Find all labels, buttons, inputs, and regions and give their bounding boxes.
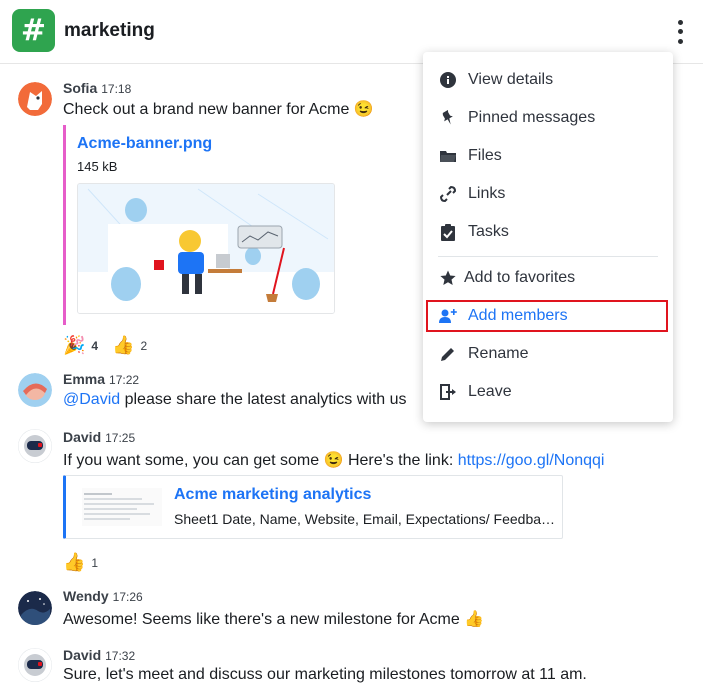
kebab-menu-icon[interactable] <box>670 18 690 46</box>
reaction-thumbs-up[interactable]: 👍 1 <box>63 552 98 573</box>
reaction-thumbs-up[interactable]: 👍 2 <box>112 335 147 356</box>
message-time: 17:25 <box>105 431 136 445</box>
menu-item-links[interactable]: Links <box>423 175 673 213</box>
menu-item-files[interactable]: Files <box>423 137 673 175</box>
message-time: 17:18 <box>101 82 132 96</box>
menu-item-add-to-favorites[interactable]: Add to favorites <box>423 259 673 297</box>
folder-icon <box>439 147 457 165</box>
message-text: @David please share the latest analytics… <box>63 391 407 409</box>
avatar[interactable] <box>18 429 52 463</box>
avatar[interactable] <box>18 591 52 625</box>
menu-item-pinned-messages[interactable]: Pinned messages <box>423 99 673 137</box>
message-time: 17:26 <box>112 590 143 604</box>
author-name[interactable]: Emma <box>63 371 105 387</box>
menu-item-label: View details <box>468 71 554 88</box>
channel-name[interactable]: marketing <box>64 20 155 42</box>
channel-hash-icon: # <box>12 9 55 52</box>
author-name[interactable]: David <box>63 647 101 663</box>
menu-divider <box>438 256 658 257</box>
party-emoji-icon: 🎉 <box>63 335 86 356</box>
author-name[interactable]: David <box>63 429 101 445</box>
message-text: If you want some, you can get some 😉 Her… <box>63 450 604 470</box>
user-mention[interactable]: @David <box>63 391 120 408</box>
menu-item-leave[interactable]: Leave <box>423 373 673 411</box>
menu-item-rename[interactable]: Rename <box>423 335 673 373</box>
message-body: please share the latest analytics with u… <box>120 391 407 408</box>
message-time: 17:22 <box>109 373 140 387</box>
message-text: Sure, let's meet and discuss our marketi… <box>63 666 587 683</box>
menu-item-view-details[interactable]: View details <box>423 61 673 99</box>
reaction-bar: 🎉 4 👍 2 <box>63 335 147 356</box>
author-name[interactable]: Wendy <box>63 588 109 604</box>
avatar[interactable] <box>18 373 52 407</box>
menu-item-label: Links <box>468 185 506 202</box>
message-text: Awesome! Seems like there's a new milest… <box>63 611 485 628</box>
reaction-count: 2 <box>140 338 148 353</box>
message-link[interactable]: https://goo.gl/Nonqqi <box>458 452 605 469</box>
menu-item-tasks[interactable]: Tasks <box>423 213 673 251</box>
message-time: 17:32 <box>105 649 136 663</box>
menu-item-label: Add to favorites <box>464 269 576 286</box>
reaction-count: 1 <box>91 555 99 570</box>
message-text: Check out a brand new banner for Acme 😉 <box>63 101 374 118</box>
link-card-description: Sheet1 Date, Name, Website, Email, Expec… <box>174 511 556 527</box>
spreadsheet-thumbnail <box>82 488 162 526</box>
menu-item-label: Pinned messages <box>468 109 596 126</box>
menu-item-label: Leave <box>468 383 512 400</box>
author-name[interactable]: Sofia <box>63 80 97 96</box>
clipboard-check-icon <box>439 223 457 241</box>
attachment-size: 145 kB <box>77 159 118 174</box>
message-body: If you want some, you can get some 😉 Her… <box>63 452 458 469</box>
avatar[interactable] <box>18 82 52 116</box>
pencil-icon <box>439 345 457 363</box>
link-card-title[interactable]: Acme marketing analytics <box>174 486 371 504</box>
star-icon <box>439 269 457 287</box>
exit-icon <box>439 383 457 401</box>
menu-item-label: Tasks <box>468 223 509 240</box>
thumbs-up-emoji-icon: 👍 <box>63 552 86 573</box>
thumbs-up-emoji-icon: 👍 <box>112 335 135 356</box>
avatar[interactable] <box>18 648 52 682</box>
menu-item-label: Rename <box>468 345 529 362</box>
channel-options-menu: View details Pinned messages Files Links… <box>423 52 673 422</box>
reaction-count: 4 <box>91 338 99 353</box>
banner-image[interactable] <box>77 183 335 314</box>
attachment-title[interactable]: Acme-banner.png <box>77 135 212 153</box>
pin-icon <box>439 109 457 127</box>
reaction-bar: 👍 1 <box>63 552 98 573</box>
selection-highlight <box>426 300 668 332</box>
link-preview-card[interactable]: Acme marketing analytics Sheet1 Date, Na… <box>63 475 563 539</box>
info-icon <box>439 71 457 89</box>
image-attachment: Acme-banner.png 145 kB <box>63 125 423 325</box>
menu-item-label: Files <box>468 147 502 164</box>
link-icon <box>439 185 457 203</box>
reaction-party[interactable]: 🎉 4 <box>63 335 98 356</box>
